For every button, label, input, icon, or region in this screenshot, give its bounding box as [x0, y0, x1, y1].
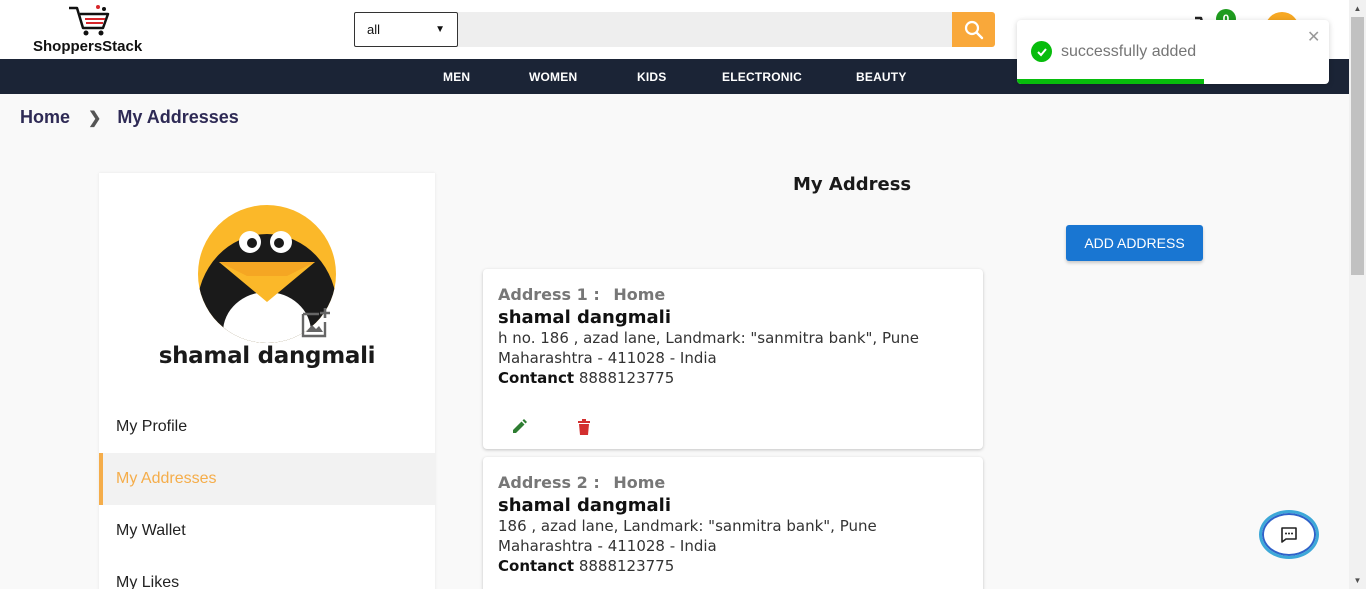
add-address-button[interactable]: ADD ADDRESS [1066, 225, 1203, 261]
address-line-1: 186 , azad lane, Landmark: "sanmitra ban… [498, 517, 877, 535]
address-type: Home [613, 473, 666, 492]
sidebar-item-label: My Likes [116, 574, 180, 589]
page-title: My Address [793, 174, 912, 195]
contact-label: Contanct [498, 369, 575, 387]
contact-label: Contanct [498, 557, 575, 575]
sidebar-item-my-wallet[interactable]: My Wallet [99, 505, 435, 557]
address-name: shamal dangmali [498, 495, 671, 516]
scroll-thumb[interactable] [1351, 17, 1364, 275]
sidebar-item-my-profile[interactable]: My Profile [99, 401, 435, 453]
address-type: Home [613, 285, 666, 304]
toast-progress-bar [1017, 79, 1205, 84]
add-photo-icon[interactable] [299, 306, 333, 340]
address-line-2: Maharashtra - 411028 - India [498, 537, 717, 555]
search-icon [964, 20, 983, 39]
logo[interactable]: ShoppersStack [33, 4, 163, 56]
page: ShoppersStack all ▼ 0 MEN WOMEN KIDS ELE… [0, 0, 1366, 589]
address-name: shamal dangmali [498, 307, 671, 328]
sidebar-item-my-addresses[interactable]: My Addresses [99, 453, 435, 505]
category-select-value: all [367, 22, 381, 37]
breadcrumb: Home ❯ My Addresses [20, 107, 239, 128]
scrollbar[interactable]: ▲ ▼ [1349, 0, 1366, 589]
address-header: Address 1 : Home [498, 285, 968, 304]
chevron-down-icon: ▼ [435, 24, 445, 35]
nav-item-women[interactable]: WOMEN [529, 70, 577, 84]
sidebar-item-label: My Profile [116, 418, 188, 435]
category-select[interactable]: all ▼ [354, 12, 458, 47]
contact-number: 8888123775 [578, 369, 675, 387]
chevron-right-icon: ❯ [88, 109, 102, 127]
address-contact: Contanct 8888123775 [498, 556, 968, 576]
nav-item-kids[interactable]: KIDS [637, 70, 666, 84]
breadcrumb-current: My Addresses [117, 107, 239, 127]
breadcrumb-home[interactable]: Home [20, 107, 70, 128]
search-input[interactable] [458, 12, 952, 47]
sidebar-item-label: My Wallet [116, 522, 186, 539]
address-actions [511, 419, 591, 435]
search-button[interactable] [952, 12, 995, 47]
chat-button[interactable] [1259, 510, 1319, 559]
nav-item-beauty[interactable]: BEAUTY [856, 70, 907, 84]
nav-item-men[interactable]: MEN [443, 70, 470, 84]
address-card: Address 2 : Home shamal dangmali 186 , a… [483, 457, 983, 589]
sidebar-item-label: My Addresses [116, 470, 217, 487]
nav-item-electronic[interactable]: ELECTRONIC [722, 70, 802, 84]
contact-number: 8888123775 [578, 557, 675, 575]
address-card: Address 1 : Home shamal dangmali h no. 1… [483, 269, 983, 449]
address-line-2: Maharashtra - 411028 - India [498, 349, 717, 367]
sidebar-item-my-likes[interactable]: My Likes [99, 557, 435, 589]
profile-name: shamal dangmali [158, 343, 376, 369]
address-line-1: h no. 186 , azad lane, Landmark: "sanmit… [498, 329, 919, 347]
profile-sidebar: shamal dangmali My Profile My Addresses … [99, 173, 435, 589]
success-toast: successfully added ✕ [1017, 20, 1329, 84]
address-label: Address 2 : [498, 473, 600, 492]
address-header: Address 2 : Home [498, 473, 968, 492]
delete-icon[interactable] [577, 419, 591, 435]
cart-logo-icon [69, 5, 110, 36]
address-contact: Contanct 8888123775 [498, 368, 968, 388]
scroll-up-arrow-icon[interactable]: ▲ [1349, 0, 1366, 17]
chat-icon [1281, 526, 1297, 543]
address-label: Address 1 : [498, 285, 600, 304]
logo-text: ShoppersStack [33, 38, 143, 55]
check-circle-icon [1031, 41, 1052, 62]
close-icon[interactable]: ✕ [1307, 27, 1320, 47]
scroll-down-arrow-icon[interactable]: ▼ [1349, 572, 1366, 589]
edit-icon[interactable] [511, 419, 527, 435]
toast-message: successfully added [1061, 43, 1197, 60]
